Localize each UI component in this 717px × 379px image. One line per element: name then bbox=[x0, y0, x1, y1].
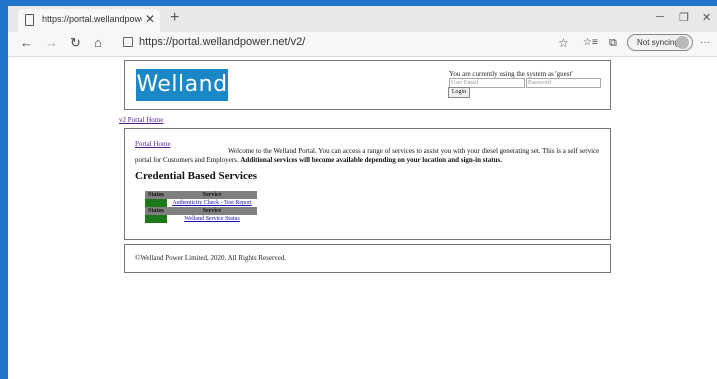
restore-icon[interactable]: ❐ bbox=[679, 11, 689, 24]
sync-label: Not syncing bbox=[637, 38, 679, 47]
guest-notice: You are currently using the system as 'g… bbox=[449, 70, 573, 78]
service-header: Service bbox=[167, 207, 257, 215]
services-table: Status Service Authenticity Check - Test… bbox=[145, 191, 257, 223]
password-field[interactable]: Password bbox=[526, 78, 601, 88]
browser-tab[interactable]: https://portal.wellandpower.net/v2/ ✕ bbox=[18, 9, 160, 32]
profile-avatar-icon bbox=[676, 36, 689, 49]
minimize-icon[interactable]: ─ bbox=[656, 11, 664, 23]
section-title: Credential Based Services bbox=[135, 170, 258, 182]
table-row: Welland Service Status bbox=[145, 215, 257, 223]
close-window-icon[interactable]: ✕ bbox=[702, 11, 711, 24]
lock-icon[interactable] bbox=[123, 37, 133, 47]
navigation-bar: ← → ↻ ⌂ https://portal.wellandpower.net/… bbox=[8, 32, 717, 57]
status-indicator bbox=[145, 215, 167, 223]
back-icon[interactable]: ← bbox=[20, 35, 33, 51]
favorite-star-icon[interactable]: ☆ bbox=[558, 35, 569, 51]
welland-logo: Welland bbox=[136, 69, 228, 101]
service-header: Service bbox=[167, 191, 257, 199]
favorites-icon[interactable]: ☆≡ bbox=[583, 35, 598, 51]
welcome-bold-note: Additional services will become availabl… bbox=[240, 156, 502, 164]
tab-strip: https://portal.wellandpower.net/v2/ ✕ + … bbox=[8, 6, 717, 32]
authenticity-check-link[interactable]: Authenticity Check - Test Report bbox=[167, 199, 257, 207]
service-status-link[interactable]: Welland Service Status bbox=[167, 215, 257, 223]
more-menu-icon[interactable]: ··· bbox=[700, 35, 710, 51]
footer-panel: ©Welland Power Limited, 2020, All Rights… bbox=[124, 244, 611, 273]
table-row: Authenticity Check - Test Report bbox=[145, 199, 257, 207]
status-header: Status bbox=[145, 207, 167, 215]
main-panel: Portal Home Welcome to the Welland Porta… bbox=[124, 128, 611, 240]
v2-portal-home-link[interactable]: v2 Portal Home bbox=[119, 116, 163, 124]
login-button[interactable]: Login bbox=[448, 87, 470, 98]
tab-title: https://portal.wellandpower.net/v2/ bbox=[42, 14, 142, 24]
table-header-row: Status Service bbox=[145, 207, 257, 215]
welcome-text: Welcome to the Welland Portal. You can a… bbox=[135, 147, 605, 165]
page-icon bbox=[25, 14, 34, 26]
tab-close-icon[interactable]: ✕ bbox=[145, 12, 155, 26]
copyright-text: ©Welland Power Limited, 2020, All Rights… bbox=[135, 254, 287, 262]
new-tab-icon[interactable]: + bbox=[170, 9, 179, 27]
table-header-row: Status Service bbox=[145, 191, 257, 199]
collections-icon[interactable]: ⧉ bbox=[609, 35, 617, 51]
status-indicator bbox=[145, 199, 167, 207]
header-panel: Welland You are currently using the syst… bbox=[124, 60, 611, 110]
refresh-icon[interactable]: ↻ bbox=[70, 35, 81, 51]
sync-button[interactable]: Not syncing bbox=[627, 34, 693, 51]
status-header: Status bbox=[145, 191, 167, 199]
address-bar[interactable]: https://portal.wellandpower.net/v2/ bbox=[139, 36, 305, 48]
forward-icon[interactable]: → bbox=[45, 35, 58, 51]
home-icon[interactable]: ⌂ bbox=[94, 35, 102, 51]
window-frame-left bbox=[0, 0, 8, 379]
